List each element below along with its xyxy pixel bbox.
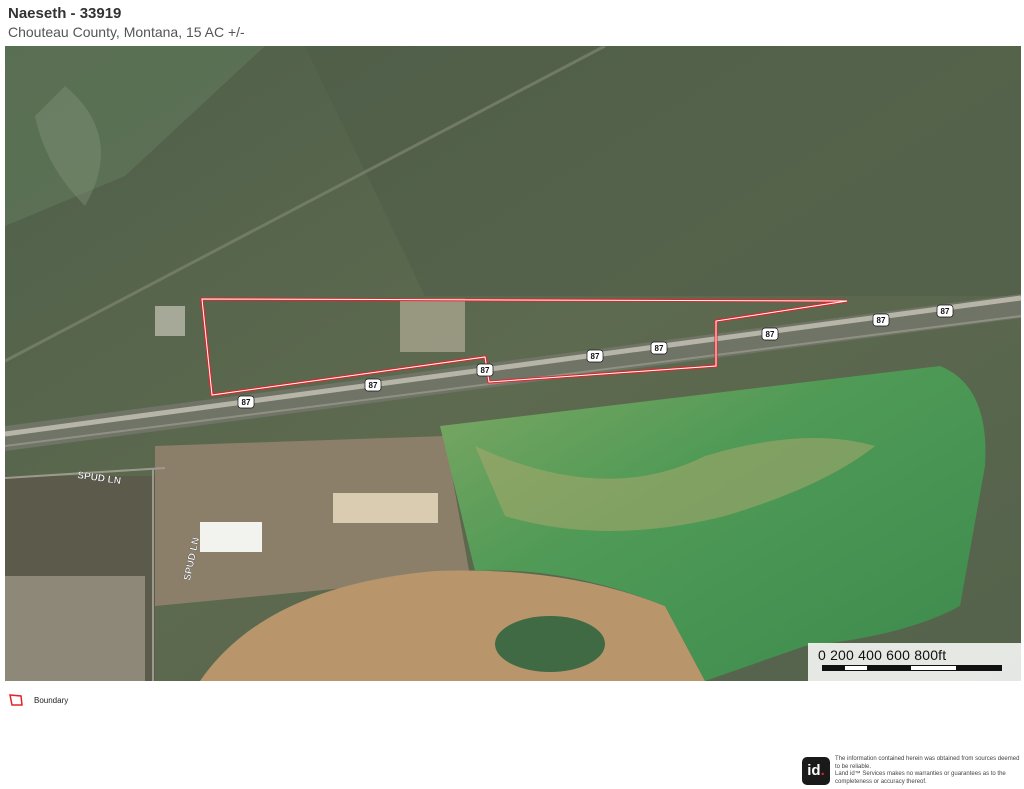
svg-text:87: 87 xyxy=(877,316,886,325)
tilled-field xyxy=(5,576,145,681)
highway-shield-icon: 87 xyxy=(364,378,382,392)
hay-stacks xyxy=(333,493,438,523)
svg-text:87: 87 xyxy=(242,398,251,407)
map-legend: Boundary xyxy=(8,693,68,707)
land-id-logo: id. xyxy=(802,757,830,785)
svg-text:87: 87 xyxy=(481,366,490,375)
highway-shield-icon: 87 xyxy=(936,304,954,318)
legend-label: Boundary xyxy=(34,695,69,705)
scale-segment xyxy=(867,666,911,670)
svg-text:87: 87 xyxy=(766,330,775,339)
disclaimer-line: Land id™ Services makes no warranties or… xyxy=(835,771,1006,785)
scale-segment xyxy=(956,666,1001,670)
scale-segment xyxy=(823,666,845,670)
boundary-polygon-icon xyxy=(9,694,23,706)
logo-text: id xyxy=(807,762,821,779)
svg-text:87: 87 xyxy=(369,381,378,390)
scale-bar-labels: 0 200 400 600 800ft xyxy=(818,647,947,663)
page-subtitle: Chouteau County, Montana, 15 AC +/- xyxy=(8,24,245,40)
disclaimer-line: The information contained herein was obt… xyxy=(835,756,1020,770)
highway-shield-icon: 87 xyxy=(650,341,668,355)
satellite-map[interactable]: 87 87 87 87 87 87 87 87 SPUD LN SPUD LN xyxy=(5,46,1021,681)
svg-text:87: 87 xyxy=(655,344,664,353)
upper-field xyxy=(305,46,1021,296)
highway-shield-icon: 87 xyxy=(586,349,604,363)
map-canvas: 87 87 87 87 87 87 87 87 SPUD LN SPUD LN xyxy=(5,46,1021,681)
svg-text:87: 87 xyxy=(591,352,600,361)
gravel-lot xyxy=(400,298,465,352)
scale-bar: 0 200 400 600 800ft xyxy=(808,643,1021,681)
pond xyxy=(495,616,605,672)
svg-text:87: 87 xyxy=(941,307,950,316)
highway-shield-icon: 87 xyxy=(476,363,494,377)
highway-shield-icon: 87 xyxy=(761,327,779,341)
highway-shield-icon: 87 xyxy=(237,395,255,409)
barn-roof xyxy=(200,522,262,552)
scale-bar-graphic xyxy=(822,665,1002,671)
disclaimer: The information contained herein was obt… xyxy=(835,756,1021,786)
page-title: Naeseth - 33919 xyxy=(8,5,122,22)
farm-buildings xyxy=(155,306,185,336)
highway-shield-icon: 87 xyxy=(872,313,890,327)
